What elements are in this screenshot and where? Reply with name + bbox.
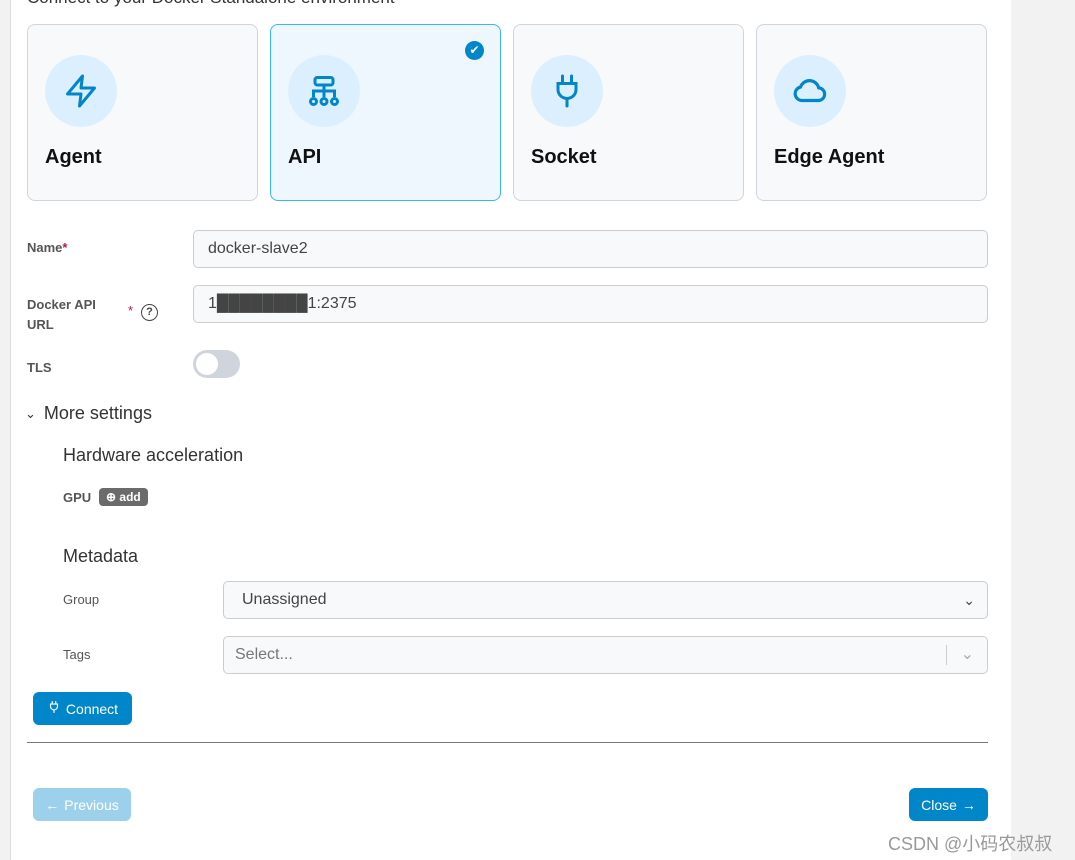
url-input[interactable]: 1████████1:2375 (193, 285, 988, 323)
more-settings-toggle[interactable]: ⌄ More settings (25, 403, 152, 424)
page-subtitle: Connect to your Docker Standalone enviro… (27, 0, 395, 8)
chevron-down-icon: ⌄ (960, 646, 974, 663)
url-label: Docker API URL (27, 297, 96, 332)
group-select[interactable]: Unassigned ⌄ (223, 581, 988, 619)
plug-icon (47, 700, 61, 717)
plug-icon (531, 55, 603, 127)
group-label: Group (63, 592, 100, 607)
option-label: Socket (531, 146, 597, 168)
divider (27, 742, 988, 743)
option-socket[interactable]: Socket (513, 24, 744, 201)
metadata-title: Metadata (63, 546, 139, 566)
option-label: Edge Agent (774, 146, 885, 168)
arrow-right-icon: → (961, 796, 976, 813)
cloud-icon (774, 55, 846, 127)
option-edge-agent[interactable]: Edge Agent (756, 24, 987, 201)
tls-toggle[interactable] (193, 350, 240, 378)
tags-label: Tags (63, 647, 91, 662)
chevron-down-icon: ⌄ (963, 592, 975, 608)
more-settings-label: More settings (43, 403, 152, 423)
check-icon: ✔ (465, 41, 484, 60)
connect-button[interactable]: Connect (33, 692, 132, 725)
arrow-left-icon: ← (45, 796, 60, 813)
add-gpu-button[interactable]: ⊕ add (99, 488, 148, 506)
tags-select[interactable]: Select... ⌄ (223, 636, 988, 674)
previous-button[interactable]: ← Previous (33, 788, 131, 821)
hardware-title: Hardware acceleration (63, 445, 244, 465)
option-label: Agent (45, 146, 102, 168)
option-api[interactable]: ✔ API (270, 24, 501, 201)
lightning-icon (45, 55, 117, 127)
name-label: Name* (27, 240, 68, 255)
required-marker: * (128, 303, 134, 318)
watermark: CSDN @小码农叔叔 (888, 834, 1053, 854)
help-icon[interactable]: ? (141, 304, 158, 321)
name-input[interactable]: docker-slave2 (193, 230, 988, 268)
option-label: API (288, 146, 322, 168)
chevron-down-icon: ⌄ (25, 405, 36, 421)
option-agent[interactable]: Agent (27, 24, 258, 201)
network-icon (288, 55, 360, 127)
plus-circle-icon: ⊕ (106, 490, 117, 504)
tls-label: TLS (27, 360, 52, 375)
gpu-label: GPU (63, 490, 92, 505)
close-button[interactable]: Close → (909, 788, 988, 821)
